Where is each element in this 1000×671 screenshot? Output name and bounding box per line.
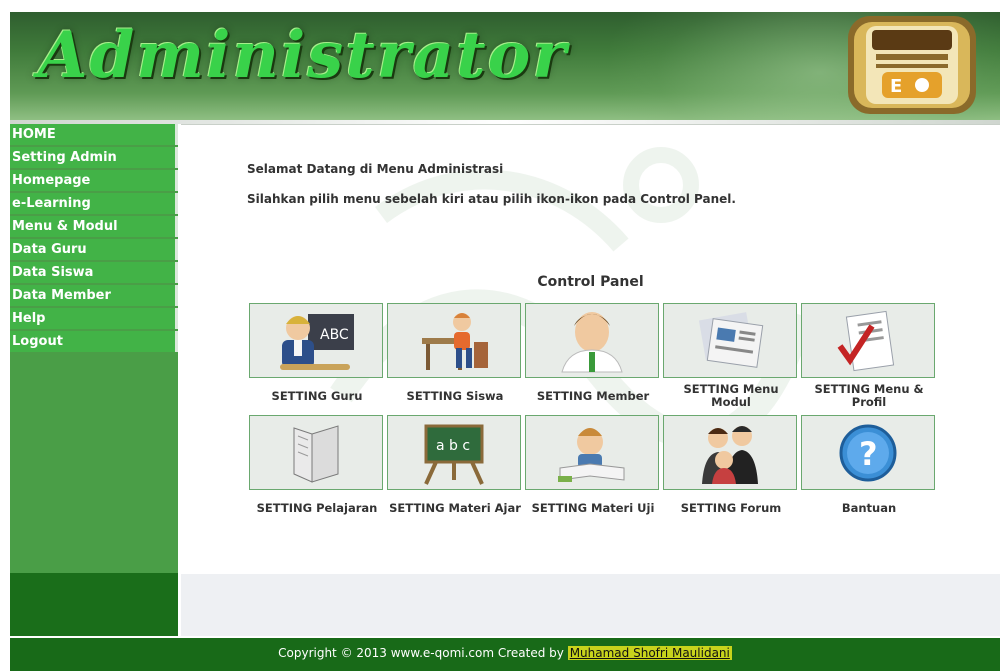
svg-text:?: ?: [859, 435, 878, 473]
content-panel: Selamat Datang di Menu Administrasi Sila…: [181, 124, 1000, 574]
tile-setting-member[interactable]: SETTING Member: [525, 303, 661, 411]
footer-copyright: Copyright © 2013 www.e-qomi.com Created …: [278, 646, 564, 660]
exam-icon: [558, 427, 625, 482]
sidebar-item-e-learning[interactable]: e-Learning: [10, 193, 178, 214]
tile-setting-materi-ajar-button[interactable]: a b c: [387, 415, 521, 490]
tile-label: SETTING Materi Uji: [531, 500, 655, 515]
tile-setting-menu-modul[interactable]: SETTING Menu Modul: [663, 303, 799, 411]
tile-setting-guru-button[interactable]: ABC: [249, 303, 383, 378]
tile-setting-materi-uji-button[interactable]: [525, 415, 659, 490]
tile-label: SETTING Siswa: [406, 388, 504, 403]
newspaper-icon: [698, 311, 764, 368]
sidebar-item-logout[interactable]: Logout: [10, 331, 178, 352]
tile-label: SETTING Menu & Profil: [814, 382, 924, 409]
tile-label: SETTING Forum: [680, 500, 782, 515]
tile-label: SETTING Pelajaran: [256, 500, 378, 515]
tile-label: SETTING Guru: [271, 388, 363, 403]
tile-setting-member-button[interactable]: [525, 303, 659, 378]
checklist-icon: [837, 310, 895, 371]
tile-label: SETTING Materi Ajar: [389, 500, 521, 515]
sidebar-menu: HOME Setting Admin Homepage e-Learning M…: [10, 124, 178, 573]
sidebar-item-data-member[interactable]: Data Member: [10, 285, 178, 306]
footer-author-link[interactable]: Muhamad Shofri Maulidani: [567, 646, 732, 660]
forum-icon: [702, 425, 758, 484]
svg-text:ABC: ABC: [320, 327, 349, 343]
tile-label: Bantuan: [841, 500, 897, 515]
control-panel-title: Control Panel: [537, 274, 644, 290]
sidebar: HOME Setting Admin Homepage e-Learning M…: [10, 124, 178, 636]
tile-setting-forum[interactable]: SETTING Forum: [663, 415, 799, 523]
welcome-text: Selamat Datang di Menu Administrasi: [247, 162, 504, 176]
tile-setting-menu-profil[interactable]: SETTING Menu & Profil: [801, 303, 937, 411]
e-qomi-logo-icon: E: [848, 16, 976, 114]
teacher-icon: ABC: [280, 313, 354, 370]
page-title: Administrator: [38, 18, 569, 93]
svg-text:a b c: a b c: [436, 438, 470, 454]
tile-setting-pelajaran[interactable]: SETTING Pelajaran: [249, 415, 385, 523]
book-icon: [293, 424, 339, 483]
main-area: Selamat Datang di Menu Administrasi Sila…: [181, 124, 1000, 636]
tile-label: SETTING Menu Modul: [683, 382, 779, 409]
tile-setting-forum-button[interactable]: [663, 415, 797, 490]
chalkboard-icon: a b c: [424, 424, 484, 485]
instruction-text: Silahkan pilih menu sebelah kiri atau pi…: [247, 192, 736, 206]
sidebar-item-home[interactable]: HOME: [10, 124, 178, 145]
tile-bantuan[interactable]: ? Bantuan: [801, 415, 937, 523]
tile-setting-pelajaran-button[interactable]: [249, 415, 383, 490]
tile-setting-siswa-button[interactable]: [387, 303, 521, 378]
tile-setting-menu-modul-button[interactable]: [663, 303, 797, 378]
tile-setting-siswa[interactable]: SETTING Siswa: [387, 303, 523, 411]
student-icon: [422, 312, 488, 370]
page-frame: Administrator E HOME Setting Admin Homep…: [10, 12, 1000, 671]
tile-setting-materi-uji[interactable]: SETTING Materi Uji: [525, 415, 661, 523]
member-icon: [561, 311, 623, 372]
sidebar-item-data-guru[interactable]: Data Guru: [10, 239, 178, 260]
footer: Copyright © 2013 www.e-qomi.com Created …: [10, 636, 1000, 671]
sidebar-item-setting-admin[interactable]: Setting Admin: [10, 147, 178, 168]
tile-bantuan-button[interactable]: ?: [801, 415, 935, 490]
sidebar-item-help[interactable]: Help: [10, 308, 178, 329]
sidebar-item-menu-modul[interactable]: Menu & Modul: [10, 216, 178, 237]
sidebar-item-data-siswa[interactable]: Data Siswa: [10, 262, 178, 283]
sidebar-item-homepage[interactable]: Homepage: [10, 170, 178, 191]
help-icon: ?: [839, 424, 897, 481]
tile-setting-materi-ajar[interactable]: a b c SETTING Materi Ajar: [387, 415, 523, 523]
sidebar-bottom-block: [10, 573, 178, 636]
tile-setting-guru[interactable]: ABC SETTING Guru: [249, 303, 385, 411]
tile-setting-menu-profil-button[interactable]: [801, 303, 935, 378]
tile-label: SETTING Member: [536, 388, 650, 403]
svg-text:E: E: [890, 76, 902, 97]
